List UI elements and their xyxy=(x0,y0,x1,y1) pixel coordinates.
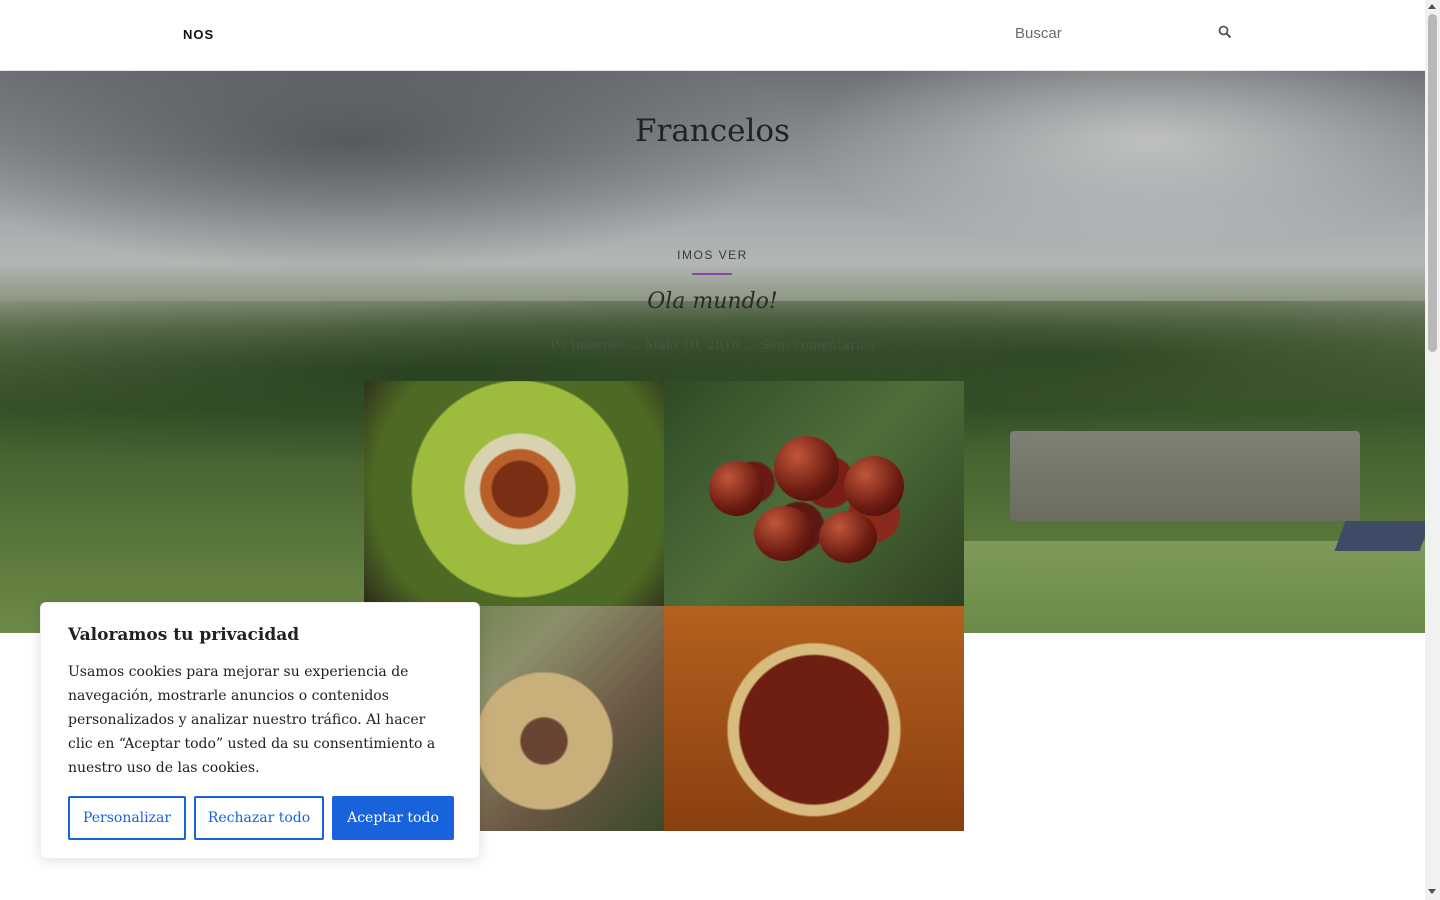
hero-sky-cloud xyxy=(0,71,800,271)
hero-village xyxy=(1010,431,1360,521)
site-title[interactable]: Francelos xyxy=(0,113,1425,149)
gallery-image-chestnut-basket[interactable] xyxy=(664,606,964,831)
scrollbar-thumb[interactable] xyxy=(1428,14,1437,352)
scroll-up-arrow-icon[interactable] xyxy=(1428,4,1436,9)
post-category-link[interactable]: IMOS VER xyxy=(0,248,1425,262)
customize-button[interactable]: Personalizar xyxy=(68,796,186,840)
site-header: NOS xyxy=(0,0,1425,71)
post-title[interactable]: Ola mundo! xyxy=(0,289,1425,314)
hero-sky-cloud xyxy=(800,71,1425,251)
category-underline xyxy=(692,273,732,275)
nav-item-nos[interactable]: NOS xyxy=(183,27,214,42)
accept-all-button[interactable]: Aceptar todo xyxy=(332,796,454,840)
search-input[interactable] xyxy=(1000,18,1200,48)
hero-field xyxy=(960,541,1425,633)
cookie-description: Usamos cookies para mejorar su experienc… xyxy=(68,664,436,776)
reject-all-button[interactable]: Rechazar todo xyxy=(194,796,324,840)
hero-solar-panel xyxy=(1334,521,1425,551)
post-meta: Po Internet ... Maio 10, 2016 ... Sem co… xyxy=(550,338,875,353)
cookie-consent-banner: Valoramos tu privacidad Usamos cookies p… xyxy=(40,602,480,859)
scroll-down-arrow-icon[interactable] xyxy=(1428,889,1436,894)
gallery-image-chestnuts-ivy[interactable] xyxy=(664,381,964,606)
search-icon[interactable] xyxy=(1218,25,1236,43)
gallery-image-chestnut-burr[interactable] xyxy=(364,381,664,606)
page-scrollbar[interactable] xyxy=(1425,0,1440,900)
cookie-title: Valoramos tu privacidad xyxy=(68,625,300,645)
search-form xyxy=(1000,18,1240,48)
